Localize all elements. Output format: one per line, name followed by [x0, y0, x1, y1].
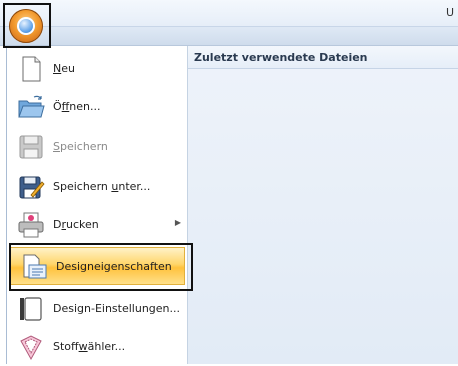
application-menu: Neu Öffnen... Speichern Speichern unter.… [6, 46, 458, 364]
menu-item-label: Drucken [53, 218, 99, 231]
menu-item-design-settings[interactable]: Design-Einstellungen... [7, 290, 187, 328]
menu-item-label: Design-Einstellungen... [53, 302, 181, 315]
menu-item-label: Öffnen... [53, 100, 101, 113]
menu-item-label: Speichern unter... [53, 180, 151, 193]
menu-command-list: Neu Öffnen... Speichern Speichern unter.… [7, 46, 188, 364]
design-settings-icon [17, 295, 45, 323]
menu-item-fabric-selector[interactable]: Stoffwähler... [7, 328, 187, 366]
app-button-callout-frame [3, 3, 51, 48]
menu-item-save[interactable]: Speichern [7, 128, 187, 166]
menu-item-design-properties[interactable]: Designeigenschaften [9, 247, 185, 285]
title-text: U [445, 6, 454, 19]
new-document-icon [17, 55, 45, 83]
save-as-icon [17, 173, 45, 201]
printer-icon [17, 211, 45, 239]
recent-files-title: Zuletzt verwendete Dateien [194, 51, 368, 64]
menu-item-label: Designeigenschaften [56, 260, 172, 273]
menu-item-label: Speichern [53, 140, 108, 153]
title-bar: U [0, 0, 458, 27]
menu-item-open[interactable]: Öffnen... [7, 88, 187, 126]
recent-files-header: Zuletzt verwendete Dateien [188, 46, 458, 69]
submenu-arrow-icon: ▶ [174, 218, 181, 227]
recent-files-pane: Zuletzt verwendete Dateien [188, 46, 458, 364]
menu-item-save-as[interactable]: Speichern unter... [7, 168, 187, 206]
menu-item-label: Neu [53, 62, 75, 75]
menu-item-new[interactable]: Neu [7, 50, 187, 88]
ribbon-strip [0, 27, 458, 46]
open-folder-icon [17, 93, 45, 121]
menu-item-print[interactable]: Drucken ▶ [7, 206, 187, 244]
fabric-selector-icon [17, 333, 45, 361]
menu-item-label: Stoffwähler... [53, 340, 126, 353]
save-disk-icon [17, 133, 45, 161]
design-properties-icon [20, 253, 48, 281]
